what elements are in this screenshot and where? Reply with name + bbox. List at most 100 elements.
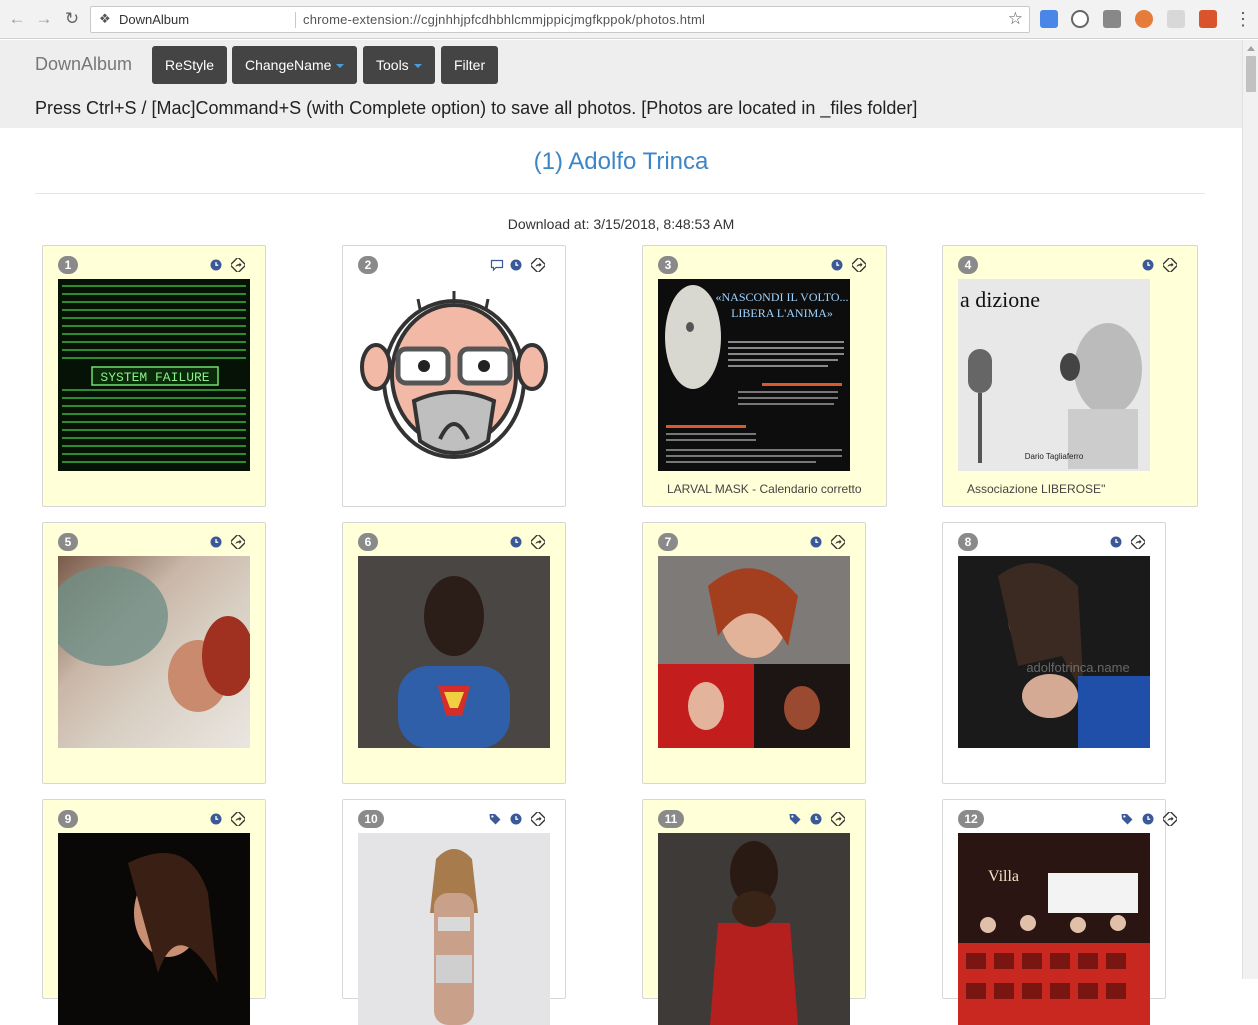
matrix-caption: SYSTEM FAILURE bbox=[100, 370, 209, 385]
photo-card[interactable]: 12 Villa bbox=[942, 799, 1166, 1025]
photo-thumbnail[interactable]: Villa bbox=[958, 833, 1150, 1025]
clock-icon[interactable] bbox=[209, 535, 223, 549]
share-icon[interactable] bbox=[231, 258, 245, 272]
photo-card[interactable]: 5 bbox=[42, 522, 266, 784]
photo-number-badge: 9 bbox=[58, 810, 78, 828]
photo-caption: Associazione LIBEROSE" bbox=[967, 482, 1106, 496]
clock-icon[interactable] bbox=[809, 535, 823, 549]
photo-card[interactable]: 10 bbox=[342, 799, 566, 1025]
photo-number-badge: 6 bbox=[358, 533, 378, 551]
photo-thumbnail[interactable]: «NASCONDI IL VOLTO... LIBERA L'ANIMA» bbox=[658, 279, 850, 471]
tag-icon[interactable] bbox=[788, 812, 802, 826]
share-icon[interactable] bbox=[231, 812, 245, 826]
share-icon[interactable] bbox=[852, 258, 866, 272]
clock-icon[interactable] bbox=[209, 812, 223, 826]
share-icon[interactable] bbox=[1163, 258, 1177, 272]
photo-thumbnail[interactable] bbox=[358, 556, 550, 748]
changename-button[interactable]: ChangeName bbox=[232, 46, 358, 84]
photo-card[interactable]: 1 SYSTEM FAILURE bbox=[42, 245, 266, 507]
theater-image: Villa bbox=[958, 833, 1150, 1025]
photo-thumbnail[interactable] bbox=[658, 833, 850, 1025]
share-icon[interactable] bbox=[1131, 535, 1145, 549]
clock-icon[interactable] bbox=[1141, 258, 1155, 272]
photo-number-badge: 10 bbox=[358, 810, 384, 828]
photo-number-badge: 12 bbox=[958, 810, 984, 828]
photo-card[interactable]: 2 bbox=[342, 245, 566, 507]
photo-thumbnail[interactable]: a dizione Dario Tagliaferro bbox=[958, 279, 1150, 471]
back-button[interactable]: ← bbox=[6, 8, 28, 30]
tag-icon[interactable] bbox=[488, 812, 502, 826]
larval-mask-poster-image: «NASCONDI IL VOLTO... LIBERA L'ANIMA» bbox=[658, 279, 850, 471]
photo-card[interactable]: 3 «NASCONDI IL VOLTO... LIBERA L'ANIMA» … bbox=[642, 245, 887, 507]
share-icon[interactable] bbox=[531, 535, 545, 549]
clock-icon[interactable] bbox=[1141, 812, 1155, 826]
restyle-button[interactable]: ReStyle bbox=[152, 46, 228, 84]
clock-icon[interactable] bbox=[830, 258, 844, 272]
photo-thumbnail[interactable]: adolfotrinca.name bbox=[958, 556, 1150, 748]
photo-card[interactable]: 8 adolfotrinca.name bbox=[942, 522, 1166, 784]
caret-down-icon bbox=[413, 64, 422, 69]
photo-thumbnail[interactable] bbox=[58, 556, 250, 748]
album-title[interactable]: (1) Adolfo Trinca bbox=[0, 148, 1242, 176]
caret-down-icon bbox=[336, 64, 345, 69]
clock-icon[interactable] bbox=[1109, 535, 1123, 549]
scroll-up-arrow-icon[interactable] bbox=[1247, 46, 1255, 51]
photo-watermark: adolfotrinca.name bbox=[1026, 660, 1129, 675]
share-icon[interactable] bbox=[1163, 812, 1177, 826]
address-bar[interactable]: ❖ DownAlbum chrome-extension://cgjnhhjpf… bbox=[90, 6, 1030, 33]
share-icon[interactable] bbox=[831, 812, 845, 826]
comment-icon[interactable] bbox=[490, 258, 504, 272]
clock-icon[interactable] bbox=[809, 812, 823, 826]
photo-number-badge: 8 bbox=[958, 533, 978, 551]
restyle-button-label: ReStyle bbox=[165, 57, 215, 73]
address-bar-divider bbox=[295, 12, 296, 28]
office-extension-icon[interactable] bbox=[1199, 10, 1217, 28]
tag-icon[interactable] bbox=[1120, 812, 1134, 826]
reload-button[interactable]: ↻ bbox=[61, 8, 83, 30]
photo-card[interactable]: 4 a dizione Dario Tagliaferro Associazio… bbox=[942, 245, 1198, 507]
share-icon[interactable] bbox=[831, 535, 845, 549]
photo-card[interactable]: 7 bbox=[642, 522, 866, 784]
forward-button[interactable]: → bbox=[33, 8, 55, 30]
bookmark-star-icon[interactable]: ☆ bbox=[1008, 10, 1023, 28]
brand-title[interactable]: DownAlbum bbox=[35, 54, 132, 75]
clock-icon[interactable] bbox=[509, 812, 523, 826]
tools-button-label: Tools bbox=[376, 57, 409, 73]
share-icon[interactable] bbox=[531, 258, 545, 272]
camera-extension-icon[interactable] bbox=[1103, 10, 1121, 28]
clock-icon[interactable] bbox=[509, 258, 523, 272]
share-icon[interactable] bbox=[531, 812, 545, 826]
photo-number-badge: 3 bbox=[658, 256, 678, 274]
share-icon[interactable] bbox=[231, 535, 245, 549]
photo-card[interactable]: 9 bbox=[42, 799, 266, 1025]
translate-extension-icon[interactable] bbox=[1040, 10, 1058, 28]
clock-icon[interactable] bbox=[209, 258, 223, 272]
photo-thumbnail[interactable] bbox=[358, 833, 550, 1025]
photo-thumbnail[interactable]: SYSTEM FAILURE bbox=[58, 279, 250, 471]
browser-menu-icon[interactable]: ⋮ bbox=[1234, 8, 1252, 30]
scrollbar-thumb[interactable] bbox=[1246, 56, 1256, 92]
save-hint: Press Ctrl+S / [Mac]Command+S (with Comp… bbox=[35, 98, 918, 118]
pinterest-extension-icon[interactable] bbox=[1071, 10, 1089, 28]
theater-sign: Villa bbox=[988, 868, 1019, 885]
address-bar-url[interactable]: chrome-extension://cgjnhhjpfcdhbhlcmmjpp… bbox=[303, 12, 705, 27]
photo-thumbnail[interactable] bbox=[658, 556, 850, 748]
downalbum-extension-icon[interactable] bbox=[1135, 10, 1153, 28]
filter-button[interactable]: Filter bbox=[441, 46, 499, 84]
clock-icon[interactable] bbox=[509, 535, 523, 549]
photo-card[interactable]: 11 bbox=[642, 799, 866, 1025]
page-extension-icon[interactable] bbox=[1167, 10, 1185, 28]
tools-button[interactable]: Tools bbox=[363, 46, 435, 84]
portrait-image bbox=[128, 853, 218, 983]
dizione-poster-image: a dizione Dario Tagliaferro bbox=[958, 279, 1150, 471]
portrait-image bbox=[398, 576, 510, 748]
photo-thumbnail[interactable] bbox=[58, 833, 250, 1025]
collage-image bbox=[658, 556, 850, 748]
app-header: DownAlbum ReStyle ChangeName Tools Filte… bbox=[0, 40, 1242, 128]
photo-caption: LARVAL MASK - Calendario corretto bbox=[667, 482, 862, 496]
filter-button-label: Filter bbox=[454, 57, 486, 73]
photo-card[interactable]: 6 bbox=[342, 522, 566, 784]
photo-thumbnail[interactable] bbox=[358, 279, 550, 471]
page-scrollbar[interactable] bbox=[1242, 40, 1258, 979]
photo-number-badge: 1 bbox=[58, 256, 78, 274]
